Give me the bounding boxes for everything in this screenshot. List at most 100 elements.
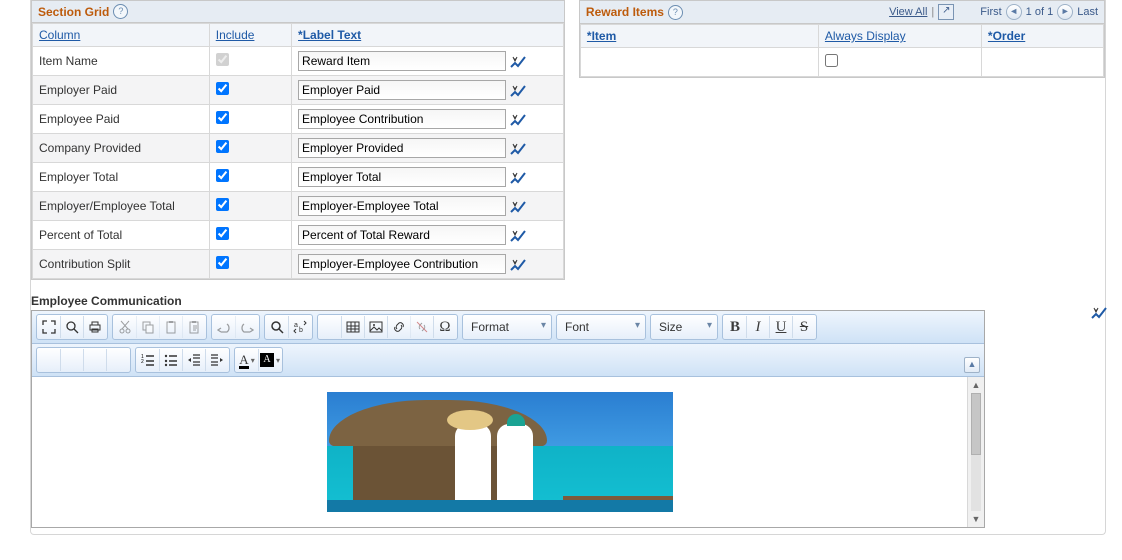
section-grid-table: Column Include *Label Text Item NameEmpl…: [32, 23, 564, 279]
align-left-icon[interactable]: [38, 349, 60, 371]
label-text-input[interactable]: [298, 196, 506, 216]
align-justify-icon[interactable]: [106, 349, 129, 371]
label-text-input[interactable]: [298, 109, 506, 129]
ri-order-cell: [981, 48, 1103, 77]
reward-items-title: Reward Items: [586, 5, 664, 19]
print-icon[interactable]: [83, 316, 106, 338]
ri-header-item[interactable]: *Item: [587, 29, 616, 43]
bg-color-button[interactable]: A▾: [258, 349, 281, 371]
undo-icon[interactable]: [213, 316, 235, 338]
remove-format-icon[interactable]: [319, 316, 341, 338]
table-row: Company Provided: [33, 134, 564, 163]
italic-button[interactable]: I: [746, 316, 769, 338]
table-row: [580, 48, 1103, 77]
scroll-up-icon[interactable]: ▲: [970, 379, 982, 391]
strike-button[interactable]: S: [792, 316, 815, 338]
spellcheck-icon[interactable]: [510, 200, 526, 214]
numbered-list-icon[interactable]: 12: [137, 349, 159, 371]
popout-icon[interactable]: ↗: [938, 4, 954, 20]
rte-toolbar-row-2: 12 A▾ A▾ ▲: [32, 344, 984, 377]
prev-page-icon[interactable]: ◄: [1006, 4, 1022, 20]
rte-content-area[interactable]: [32, 377, 967, 527]
maximize-icon[interactable]: [38, 316, 60, 338]
spellcheck-icon[interactable]: [510, 229, 526, 243]
copy-icon[interactable]: [136, 316, 159, 338]
include-checkbox[interactable]: [216, 82, 229, 95]
size-dropdown[interactable]: Size: [650, 314, 718, 340]
spellcheck-icon[interactable]: [510, 84, 526, 98]
label-text-input[interactable]: [298, 138, 506, 158]
align-right-icon[interactable]: [83, 349, 106, 371]
paging-text: 1 of 1: [1026, 6, 1054, 18]
ri-item-cell: [580, 48, 818, 77]
outdent-icon[interactable]: [182, 349, 205, 371]
section-grid-panel: Section Grid ? Column Include *Label Tex…: [31, 0, 565, 280]
include-checkbox: [216, 53, 229, 66]
replace-icon[interactable]: ab: [288, 316, 311, 338]
find-icon[interactable]: [266, 316, 288, 338]
label-text-input[interactable]: [298, 254, 506, 274]
spellcheck-icon[interactable]: [510, 142, 526, 156]
font-dropdown[interactable]: Font: [556, 314, 646, 340]
first-link[interactable]: First: [980, 6, 1001, 18]
redo-icon[interactable]: [235, 316, 258, 338]
column-header-label-text[interactable]: *Label Text: [298, 28, 361, 42]
view-all-link[interactable]: View All: [889, 6, 927, 18]
column-name-cell: Contribution Split: [33, 250, 210, 279]
label-text-input[interactable]: [298, 225, 506, 245]
include-checkbox[interactable]: [216, 140, 229, 153]
column-header-column[interactable]: Column: [39, 28, 80, 42]
help-icon[interactable]: ?: [113, 4, 128, 19]
rich-text-editor: ab Ω Format Font Size B I U S: [31, 310, 985, 528]
next-page-icon[interactable]: ►: [1057, 4, 1073, 20]
text-color-button[interactable]: A▾: [236, 349, 258, 371]
spellcheck-icon[interactable]: [1091, 306, 1107, 320]
collapse-toolbar-icon[interactable]: ▲: [964, 357, 980, 373]
label-text-input[interactable]: [298, 167, 506, 187]
include-checkbox[interactable]: [216, 227, 229, 240]
column-name-cell: Employer/Employee Total: [33, 192, 210, 221]
paste-plain-icon[interactable]: [182, 316, 205, 338]
bullet-list-icon[interactable]: [159, 349, 182, 371]
table-icon[interactable]: [341, 316, 364, 338]
special-char-icon[interactable]: Ω: [433, 316, 456, 338]
vertical-scrollbar[interactable]: ▲ ▼: [967, 377, 984, 527]
content-image: [327, 392, 673, 512]
column-header-include[interactable]: Include: [216, 28, 255, 42]
separator: |: [931, 6, 934, 18]
spellcheck-icon[interactable]: [510, 113, 526, 127]
table-row: Percent of Total: [33, 221, 564, 250]
always-display-checkbox[interactable]: [825, 54, 838, 67]
spellcheck-icon[interactable]: [510, 55, 526, 69]
svg-text:b: b: [299, 327, 303, 334]
include-checkbox[interactable]: [216, 169, 229, 182]
format-dropdown[interactable]: Format: [462, 314, 552, 340]
last-link[interactable]: Last: [1077, 6, 1098, 18]
table-row: Employer Paid: [33, 76, 564, 105]
indent-icon[interactable]: [205, 349, 228, 371]
bold-button[interactable]: B: [724, 316, 746, 338]
underline-button[interactable]: U: [769, 316, 792, 338]
align-center-icon[interactable]: [60, 349, 83, 371]
cut-icon[interactable]: [114, 316, 136, 338]
scroll-down-icon[interactable]: ▼: [970, 513, 982, 525]
spellcheck-icon[interactable]: [510, 258, 526, 272]
ri-header-always-display[interactable]: Always Display: [825, 29, 906, 43]
column-name-cell: Company Provided: [33, 134, 210, 163]
paste-icon[interactable]: [159, 316, 182, 338]
preview-icon[interactable]: [60, 316, 83, 338]
include-checkbox[interactable]: [216, 256, 229, 269]
link-icon[interactable]: [387, 316, 410, 338]
image-icon[interactable]: [364, 316, 387, 338]
column-name-cell: Employer Paid: [33, 76, 210, 105]
unlink-icon[interactable]: [410, 316, 433, 338]
ri-header-order[interactable]: *Order: [988, 29, 1025, 43]
include-checkbox[interactable]: [216, 198, 229, 211]
rte-toolbar-row-1: ab Ω Format Font Size B I U S: [32, 311, 984, 344]
help-icon[interactable]: ?: [668, 5, 683, 20]
label-text-input[interactable]: [298, 80, 506, 100]
spellcheck-icon[interactable]: [510, 171, 526, 185]
column-name-cell: Employer Total: [33, 163, 210, 192]
label-text-input[interactable]: [298, 51, 506, 71]
include-checkbox[interactable]: [216, 111, 229, 124]
